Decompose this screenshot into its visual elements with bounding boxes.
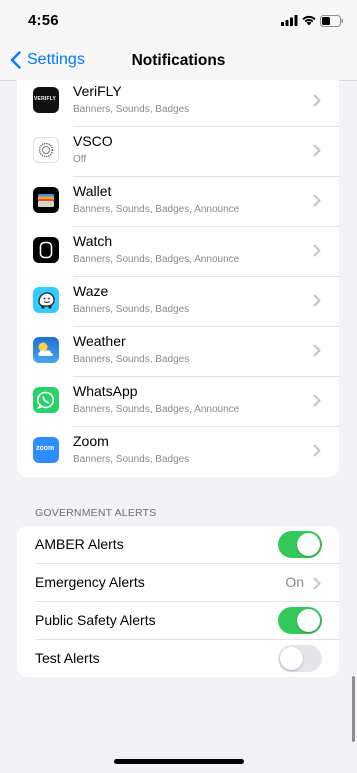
wifi-icon xyxy=(302,15,316,26)
cellular-signal-icon xyxy=(281,15,298,26)
app-row-zoom[interactable]: zoom Zoom Banners, Sounds, Badges xyxy=(17,427,339,477)
vsco-icon xyxy=(33,137,59,163)
status-time: 4:56 xyxy=(28,12,59,29)
app-name: VSCO xyxy=(73,133,113,149)
government-alerts-list: AMBER Alerts Emergency Alerts On Public … xyxy=(17,526,339,677)
verifly-icon: VERIFLY xyxy=(33,87,59,113)
waze-icon xyxy=(33,287,59,313)
amber-alerts-row: AMBER Alerts xyxy=(17,526,339,564)
public-safety-alerts-toggle[interactable] xyxy=(278,607,322,634)
chevron-right-icon xyxy=(313,344,321,357)
chevron-right-icon xyxy=(313,94,321,107)
watch-icon xyxy=(33,237,59,263)
app-row-weather[interactable]: Weather Banners, Sounds, Badges xyxy=(17,327,339,377)
weather-icon xyxy=(33,337,59,363)
chevron-right-icon xyxy=(313,244,321,257)
app-name: VeriFLY xyxy=(73,83,122,99)
scroll-indicator[interactable] xyxy=(352,676,355,742)
app-name: Zoom xyxy=(73,433,109,449)
app-name: Watch xyxy=(73,233,113,249)
public-safety-alerts-row: Public Safety Alerts xyxy=(17,602,339,640)
app-list: VERIFLY VeriFLY Banners, Sounds, Badges … xyxy=(17,80,339,477)
home-indicator[interactable] xyxy=(114,759,244,764)
app-detail: Banners, Sounds, Badges xyxy=(73,454,190,465)
battery-icon xyxy=(320,15,344,27)
whatsapp-icon xyxy=(33,387,59,413)
amber-alerts-toggle[interactable] xyxy=(278,531,322,558)
app-row-whatsapp[interactable]: WhatsApp Banners, Sounds, Badges, Announ… xyxy=(17,377,339,427)
chevron-right-icon xyxy=(313,194,321,207)
app-detail: Banners, Sounds, Badges xyxy=(73,354,190,365)
emergency-alerts-value: On xyxy=(285,574,304,590)
app-row-vsco[interactable]: VSCO Off xyxy=(17,127,339,177)
emergency-alerts-row[interactable]: Emergency Alerts On xyxy=(17,564,339,602)
app-detail: Banners, Sounds, Badges xyxy=(73,304,190,315)
app-detail: Banners, Sounds, Badges xyxy=(73,104,190,115)
chevron-right-icon xyxy=(313,394,321,407)
app-row-verifly[interactable]: VERIFLY VeriFLY Banners, Sounds, Badges xyxy=(17,80,339,127)
app-detail: Banners, Sounds, Badges, Announce xyxy=(73,254,240,265)
chevron-right-icon xyxy=(313,294,321,307)
app-row-watch[interactable]: Watch Banners, Sounds, Badges, Announce xyxy=(17,227,339,277)
public-safety-alerts-label: Public Safety Alerts xyxy=(35,612,156,628)
app-detail: Off xyxy=(73,154,87,165)
app-name: WhatsApp xyxy=(73,383,138,399)
test-alerts-row: Test Alerts xyxy=(17,640,339,677)
app-detail: Banners, Sounds, Badges, Announce xyxy=(73,404,240,415)
chevron-right-icon xyxy=(313,444,321,457)
app-detail: Banners, Sounds, Badges, Announce xyxy=(73,204,240,215)
status-bar: 4:56 xyxy=(0,0,357,44)
wallet-icon xyxy=(33,187,59,213)
navigation-bar: Settings Notifications xyxy=(0,44,357,81)
app-name: Weather xyxy=(73,333,126,349)
app-name: Wallet xyxy=(73,183,112,199)
app-name: Waze xyxy=(73,283,109,299)
chevron-right-icon xyxy=(313,577,321,590)
test-alerts-toggle[interactable] xyxy=(278,645,322,672)
section-header-government-alerts: GOVERNMENT ALERTS xyxy=(35,507,157,519)
zoom-icon: zoom xyxy=(33,437,59,463)
test-alerts-label: Test Alerts xyxy=(35,650,100,666)
app-row-wallet[interactable]: Wallet Banners, Sounds, Badges, Announce xyxy=(17,177,339,227)
amber-alerts-label: AMBER Alerts xyxy=(35,536,124,552)
page-title: Notifications xyxy=(131,52,226,69)
app-row-waze[interactable]: Waze Banners, Sounds, Badges xyxy=(17,277,339,327)
emergency-alerts-label: Emergency Alerts xyxy=(35,574,145,590)
chevron-right-icon xyxy=(313,144,321,157)
